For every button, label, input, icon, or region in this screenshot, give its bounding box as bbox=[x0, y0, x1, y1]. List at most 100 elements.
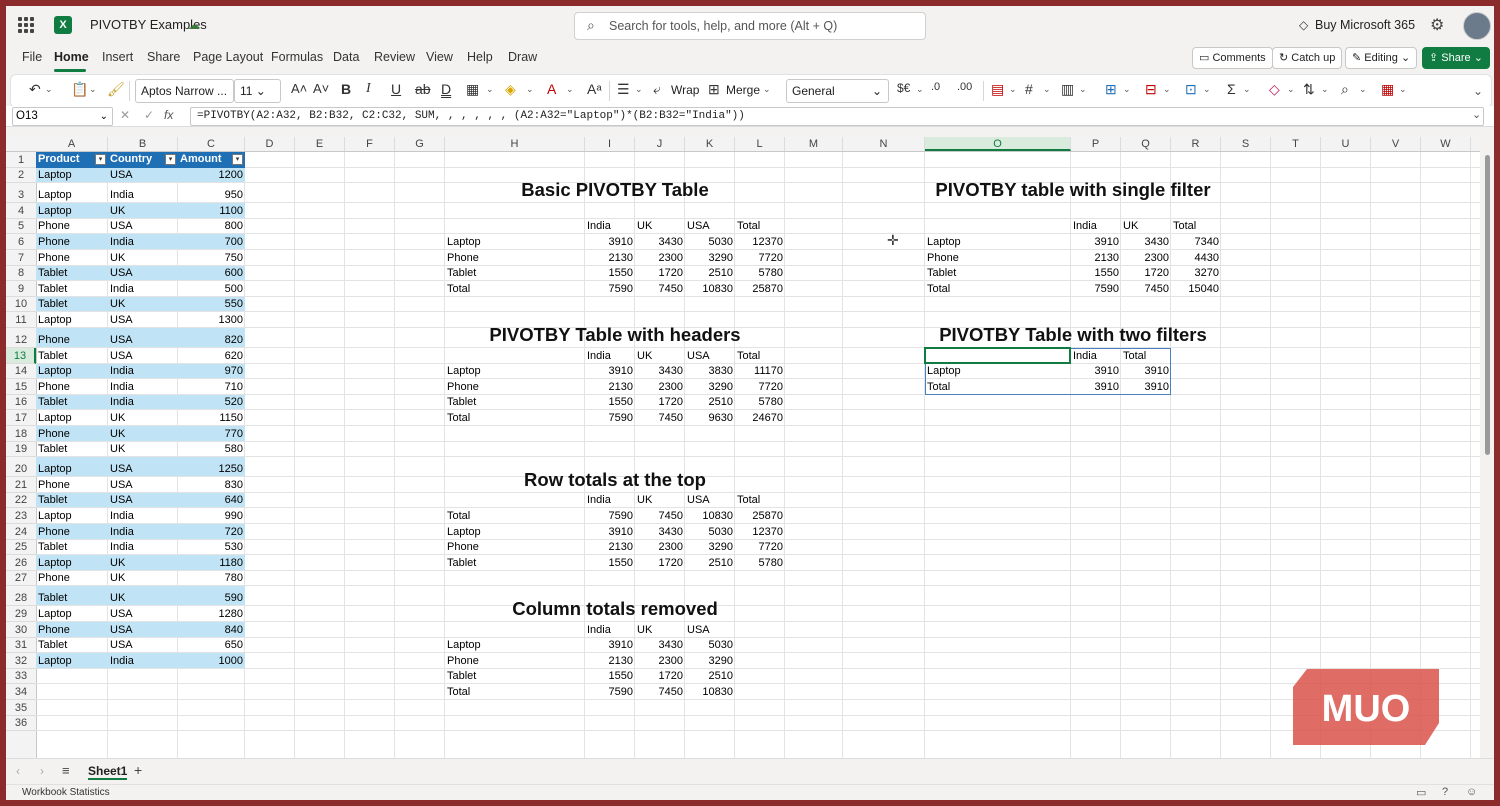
pivot-column-header[interactable]: Total bbox=[735, 349, 785, 363]
pivot-value[interactable]: 2510 bbox=[685, 669, 735, 683]
wrap-icon[interactable]: ⤶ bbox=[653, 81, 661, 98]
pivot-value[interactable]: 5030 bbox=[685, 235, 735, 249]
table-cell-country[interactable]: UK bbox=[108, 411, 178, 425]
pivot-row-label[interactable]: Phone bbox=[445, 251, 585, 265]
pivot-value[interactable]: 7590 bbox=[585, 685, 635, 699]
table-cell-product[interactable]: Laptop bbox=[36, 556, 108, 570]
table-cell-country[interactable]: India bbox=[108, 188, 178, 202]
format-table-icon[interactable]: # bbox=[1025, 81, 1033, 97]
pivot-column-header[interactable]: USA bbox=[685, 623, 735, 637]
table-cell-country[interactable]: India bbox=[108, 235, 178, 249]
autosum-icon[interactable]: Σ bbox=[1227, 81, 1236, 97]
pivot-value[interactable]: 3430 bbox=[635, 364, 685, 378]
pivot-value[interactable]: 3830 bbox=[685, 364, 735, 378]
buy-microsoft-link[interactable]: Buy Microsoft 365 bbox=[1315, 18, 1415, 32]
pivot-value[interactable]: 10830 bbox=[685, 282, 735, 296]
row-header-14[interactable]: 14 bbox=[6, 364, 36, 380]
chevron-down-icon[interactable]: ⌄ bbox=[1287, 84, 1295, 95]
table-cell-country[interactable]: UK bbox=[108, 571, 178, 585]
normal-view-icon[interactable]: ▭ bbox=[1416, 786, 1426, 799]
chevron-down-icon[interactable]: ⌄ bbox=[566, 84, 574, 95]
table-cell-amount[interactable]: 620 bbox=[178, 349, 245, 363]
pivot-value[interactable]: 3430 bbox=[635, 235, 685, 249]
row-header-18[interactable]: 18 bbox=[6, 426, 36, 442]
pivot-column-header[interactable]: Total bbox=[735, 493, 785, 507]
table-cell-product[interactable]: Laptop bbox=[36, 462, 108, 476]
pivot-value[interactable]: 3290 bbox=[685, 380, 735, 394]
insert-function-icon[interactable]: fx bbox=[164, 108, 173, 122]
pivot-value[interactable]: 7590 bbox=[585, 411, 635, 425]
column-header-w[interactable]: W bbox=[1421, 137, 1471, 151]
chevron-down-icon[interactable]: ⌄ bbox=[1359, 84, 1367, 95]
column-header-i[interactable]: I bbox=[585, 137, 635, 151]
collapse-ribbon-icon[interactable]: ⌄ bbox=[1473, 84, 1483, 98]
pivot-value[interactable]: 1720 bbox=[1121, 266, 1171, 280]
table-cell-product[interactable]: Tablet bbox=[36, 591, 108, 605]
table-cell-product[interactable]: Phone bbox=[36, 380, 108, 394]
table-cell-country[interactable]: USA bbox=[108, 607, 178, 621]
column-header-m[interactable]: M bbox=[785, 137, 843, 151]
chevron-down-icon[interactable]: ⌄ bbox=[1243, 84, 1251, 95]
row-header-15[interactable]: 15 bbox=[6, 379, 36, 395]
sort-filter-icon[interactable]: ⇅ bbox=[1303, 81, 1315, 98]
underline-icon[interactable]: U bbox=[391, 81, 401, 97]
pivot-row-label[interactable]: Tablet bbox=[445, 556, 585, 570]
pivot-column-header[interactable]: India bbox=[585, 493, 635, 507]
column-header-b[interactable]: B bbox=[108, 137, 178, 151]
row-header-34[interactable]: 34 bbox=[6, 684, 36, 700]
pivot-title[interactable]: Basic PIVOTBY Table bbox=[445, 179, 785, 201]
pivot-value[interactable]: 3430 bbox=[1121, 235, 1171, 249]
pivot-row-label[interactable]: Laptop bbox=[445, 235, 585, 249]
table-cell-product[interactable]: Laptop bbox=[36, 607, 108, 621]
table-cell-product[interactable]: Phone bbox=[36, 235, 108, 249]
filter-dropdown-icon[interactable]: ▾ bbox=[95, 154, 106, 165]
increase-font-icon[interactable]: A˄ bbox=[291, 81, 307, 96]
pivot-value[interactable]: 2300 bbox=[1121, 251, 1171, 265]
chevron-down-icon[interactable]: ⌄ bbox=[1203, 84, 1211, 95]
pivot-column-header[interactable]: USA bbox=[685, 219, 735, 233]
chevron-right-icon[interactable]: › bbox=[40, 764, 44, 778]
pivot-column-header[interactable]: India bbox=[1071, 219, 1121, 233]
pivot-column-header[interactable]: UK bbox=[1121, 219, 1171, 233]
table-cell-amount[interactable]: 500 bbox=[178, 282, 245, 296]
table-cell-country[interactable]: UK bbox=[108, 556, 178, 570]
pivot-value[interactable]: 3290 bbox=[685, 654, 735, 668]
pivot-row-label[interactable]: Total bbox=[445, 411, 585, 425]
confirm-icon[interactable]: ✓ bbox=[144, 108, 154, 122]
table-cell-amount[interactable]: 1200 bbox=[178, 168, 245, 182]
font-color-icon[interactable]: A bbox=[547, 81, 556, 97]
table-cell-amount[interactable]: 830 bbox=[178, 478, 245, 492]
table-cell-amount[interactable]: 520 bbox=[178, 395, 245, 409]
table-cell-country[interactable]: India bbox=[108, 654, 178, 668]
table-cell-product[interactable]: Laptop bbox=[36, 411, 108, 425]
table-cell-product[interactable]: Tablet bbox=[36, 540, 108, 554]
chevron-down-icon[interactable]: ⌄ bbox=[1043, 84, 1051, 95]
column-header-a[interactable]: A bbox=[36, 137, 108, 151]
table-cell-country[interactable]: USA bbox=[108, 349, 178, 363]
pivot-column-header[interactable]: India bbox=[585, 349, 635, 363]
pivot-column-header[interactable]: Total bbox=[1171, 219, 1221, 233]
pivot-value[interactable]: 15040 bbox=[1171, 282, 1221, 296]
tab-home[interactable]: Home bbox=[54, 50, 89, 64]
pivot-value[interactable]: 2300 bbox=[635, 251, 685, 265]
table-cell-country[interactable]: India bbox=[108, 395, 178, 409]
pivot-row-label[interactable]: Tablet bbox=[445, 395, 585, 409]
pivot-column-header[interactable]: USA bbox=[685, 493, 735, 507]
table-cell-country[interactable]: USA bbox=[108, 333, 178, 347]
column-header-s[interactable]: S bbox=[1221, 137, 1271, 151]
chevron-down-icon[interactable]: ⌄ bbox=[89, 84, 97, 95]
pivot-value[interactable]: 7720 bbox=[735, 251, 785, 265]
pivot-value[interactable]: 2130 bbox=[585, 654, 635, 668]
row-header-25[interactable]: 25 bbox=[6, 540, 36, 556]
table-cell-product[interactable]: Laptop bbox=[36, 188, 108, 202]
chevron-down-icon[interactable]: ⌄ bbox=[1163, 84, 1171, 95]
table-cell-product[interactable]: Laptop bbox=[36, 509, 108, 523]
table-header-product[interactable]: Product bbox=[36, 152, 80, 166]
table-cell-amount[interactable]: 700 bbox=[178, 235, 245, 249]
pivot-value[interactable]: 7450 bbox=[635, 282, 685, 296]
row-header-26[interactable]: 26 bbox=[6, 555, 36, 571]
tab-review[interactable]: Review bbox=[374, 50, 415, 64]
row-header-4[interactable]: 4 bbox=[6, 203, 36, 219]
pivot-value[interactable]: 2300 bbox=[635, 654, 685, 668]
table-cell-amount[interactable]: 820 bbox=[178, 333, 245, 347]
